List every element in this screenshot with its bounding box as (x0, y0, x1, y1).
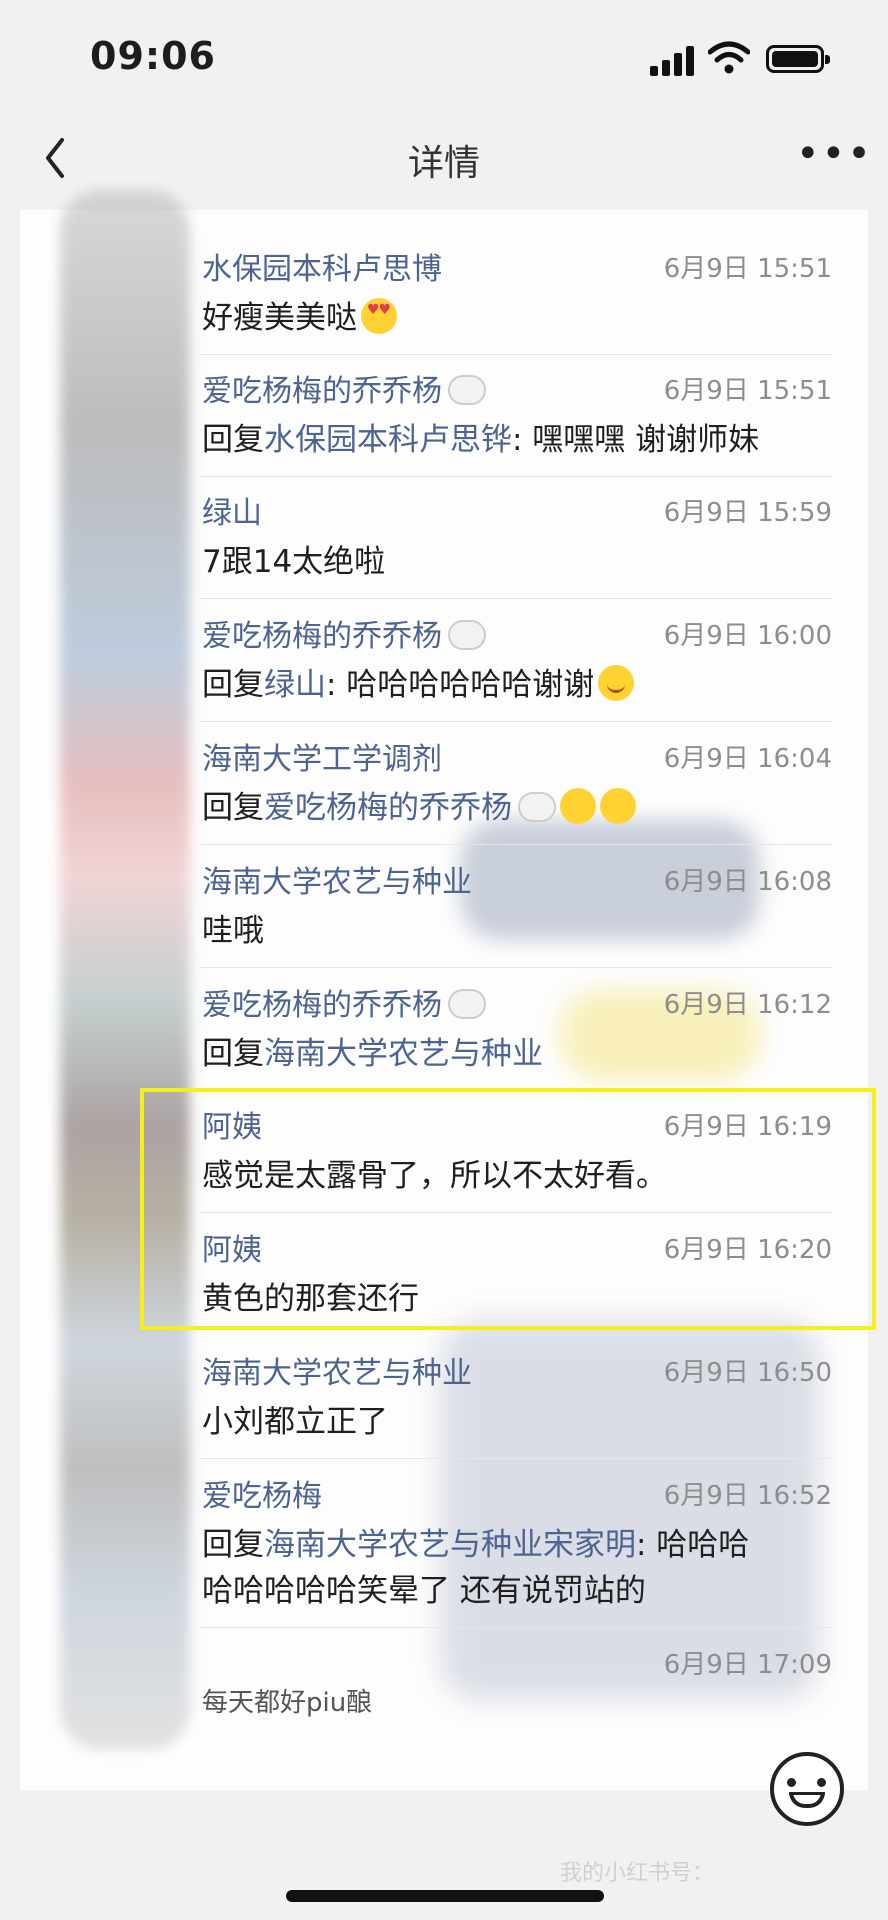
comment-author[interactable]: 海南大学工学调剂 (202, 734, 442, 778)
comment-text: 回复海南大学农艺与种业 (202, 1036, 543, 1072)
signal-icon (650, 46, 694, 76)
privacy-scribble (60, 190, 190, 1750)
heart-eyes-emoji-icon (361, 298, 397, 334)
comment-item[interactable]: 爱吃杨梅的乔乔杨 6月9日 15:51 回复水保园本科卢思铧: 嘿嘿嘿 谢谢师妹 (200, 366, 832, 477)
highlight-box (140, 1088, 876, 1330)
comment-text: 回复爱吃杨梅的乔乔杨 (202, 782, 636, 827)
comment-text: 回复绿山: 哈哈哈哈哈哈谢谢 (202, 659, 635, 704)
grin-emoji-icon (560, 788, 596, 824)
comment-text: 7跟14太绝啦 (202, 544, 386, 580)
comment-author[interactable]: 海南大学农艺与种业 (202, 1348, 472, 1392)
comment-time: 6月9日 15:51 (663, 376, 832, 406)
comment-time: 6月9日 16:50 (663, 1358, 832, 1388)
comment-time: 6月9日 16:04 (663, 744, 832, 774)
comment-item[interactable]: 水保园本科卢思博 6月9日 15:51 好瘦美美哒 (200, 244, 832, 355)
comment-text-line2: 哈哈哈哈哈笑晕了 还有说罚站的 (202, 1573, 646, 1609)
comment-time: 6月9日 15:51 (663, 254, 832, 284)
comment-author[interactable]: 爱吃杨梅的乔乔杨 (202, 366, 486, 410)
comment-author[interactable]: 水保园本科卢思博 (202, 244, 442, 288)
sheep-emoji-icon (448, 620, 486, 650)
comment-time: 6月9日 17:09 (663, 1650, 832, 1680)
comment-author[interactable]: 爱吃杨梅的乔乔杨 (202, 611, 486, 655)
battery-icon (766, 45, 830, 73)
comment-item[interactable]: 绿山 6月9日 15:59 7跟14太绝啦 (200, 488, 832, 599)
sheep-emoji-icon (518, 792, 556, 822)
comment-text: 每天都好piu酿 (202, 1688, 373, 1718)
watermark-text: 我的小红书号： (560, 1861, 715, 1886)
comment-author[interactable]: 海南大学农艺与种业 (202, 857, 472, 901)
status-bar: 09:06 (0, 0, 888, 118)
comment-item[interactable]: 爱吃杨梅的乔乔杨 6月9日 16:12 回复海南大学农艺与种业 (200, 980, 832, 1091)
sheep-emoji-icon (448, 989, 486, 1019)
comment-item[interactable]: 爱吃杨梅 6月9日 16:52 回复海南大学农艺与种业宋家明: 哈哈哈 哈哈哈哈… (200, 1471, 832, 1628)
comment-time: 6月9日 16:12 (663, 990, 832, 1020)
smirk-emoji-icon (600, 788, 636, 824)
comment-author[interactable]: 爱吃杨梅 (202, 1471, 322, 1515)
comment-item[interactable]: 海南大学农艺与种业 6月9日 16:08 哇哦 (200, 857, 832, 968)
comment-text: 回复水保园本科卢思铧: 嘿嘿嘿 谢谢师妹 (202, 422, 760, 458)
sheep-emoji-icon (448, 375, 486, 405)
more-options-icon[interactable]: ••• (796, 134, 871, 174)
home-indicator[interactable] (286, 1890, 604, 1902)
comment-text: 哇哦 (202, 913, 264, 949)
comment-time: 6月9日 16:08 (663, 867, 832, 897)
comment-time: 6月9日 16:00 (663, 621, 832, 651)
comment-text: 好瘦美美哒 (202, 292, 397, 337)
smile-emoji-icon (598, 665, 635, 701)
status-time: 09:06 (90, 34, 216, 78)
comment-item[interactable]: 爱吃杨梅的乔乔杨 6月9日 16:00 回复绿山: 哈哈哈哈哈哈谢谢 (200, 611, 832, 722)
comment-item[interactable]: 海南大学农艺与种业 6月9日 16:50 小刘都立正了 (200, 1348, 832, 1459)
emoji-button-icon[interactable] (770, 1752, 844, 1826)
wifi-icon (708, 41, 750, 74)
comment-author[interactable]: 绿山 (202, 488, 262, 532)
comment-item[interactable]: 6月9日 17:09 每天都好piu酿 (200, 1640, 832, 1750)
comment-author[interactable]: 爱吃杨梅的乔乔杨 (202, 980, 486, 1024)
comment-item[interactable]: 海南大学工学调剂 6月9日 16:04 回复爱吃杨梅的乔乔杨 (200, 734, 832, 845)
comment-text: 回复海南大学农艺与种业宋家明: 哈哈哈 (202, 1527, 750, 1563)
comment-time: 6月9日 16:52 (663, 1481, 832, 1511)
comment-text: 小刘都立正了 (202, 1404, 388, 1440)
page-title: 详情 (407, 143, 480, 184)
comment-time: 6月9日 15:59 (663, 498, 832, 528)
